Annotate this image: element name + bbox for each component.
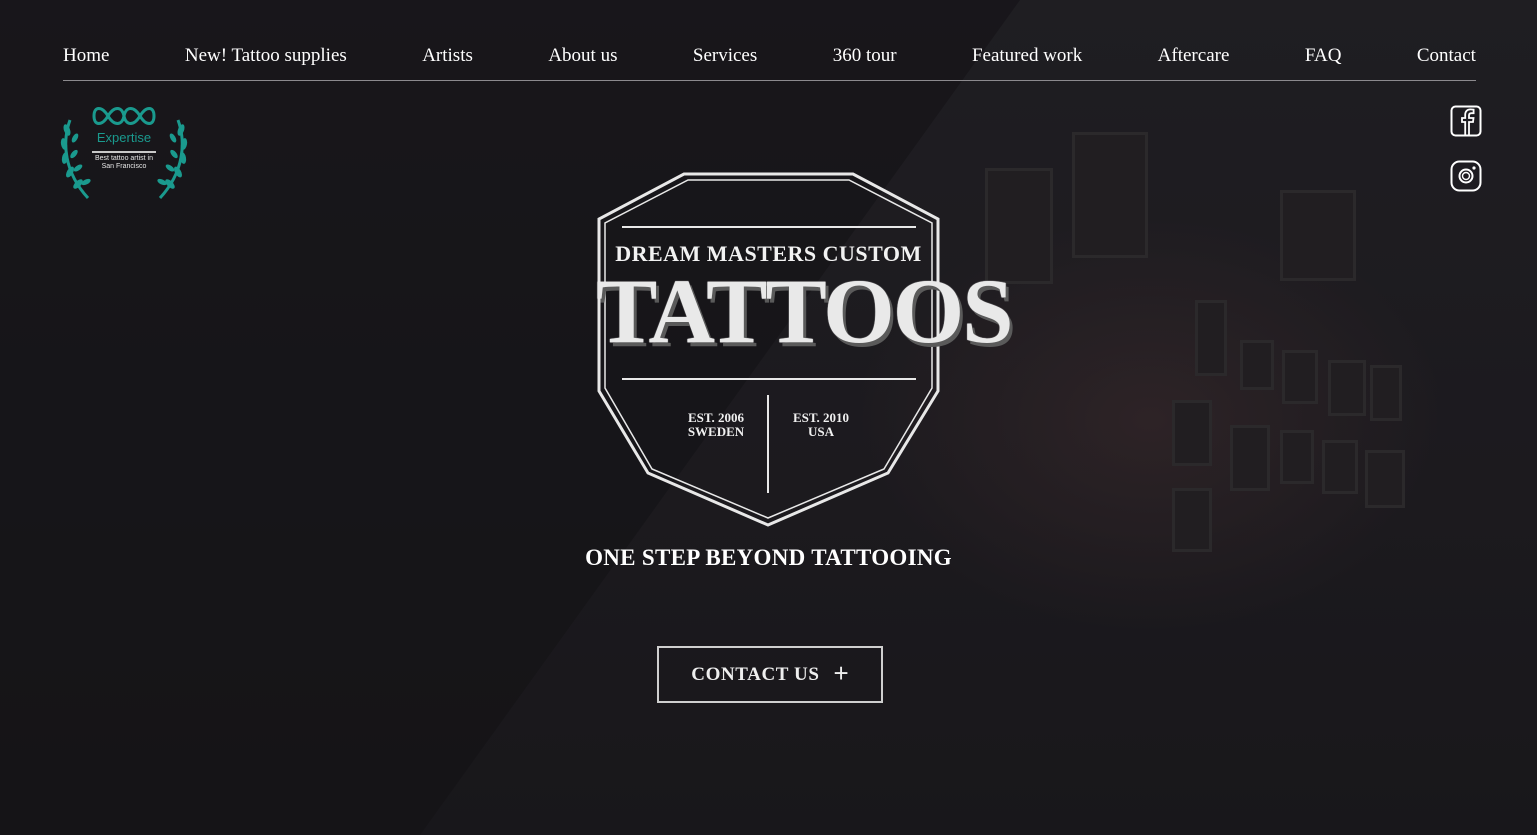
contact-us-label: CONTACT US [691,663,820,685]
nav-home[interactable]: Home [63,44,109,68]
logo-est-usa: EST. 2010 USA [766,411,876,439]
contact-us-button[interactable]: CONTACT US + [657,646,883,703]
studio-logo: DREAM MASTERS CUSTOM TATTOOS EST. 2006 S… [596,171,1014,529]
expertise-award-badge[interactable]: Expertise Best tattoo artist in San Fran… [58,102,190,204]
main-nav: Home New! Tattoo supplies Artists About … [63,44,1476,81]
plus-icon: + [833,658,849,688]
nav-featured-work[interactable]: Featured work [972,44,1082,68]
nav-services[interactable]: Services [693,44,757,68]
badge-caption: Best tattoo artist in San Francisco [95,155,153,170]
nav-contact[interactable]: Contact [1417,44,1476,68]
nav-artists[interactable]: Artists [422,44,473,68]
logo-line2: TATTOOS [596,260,1014,362]
nav-aftercare[interactable]: Aftercare [1158,44,1230,68]
facebook-link[interactable] [1450,105,1482,137]
logo-est-sweden: EST. 2006 SWEDEN [661,411,771,439]
logo-est-right-country: USA [807,424,834,439]
instagram-link[interactable] [1450,160,1482,192]
badge-divider [92,151,156,153]
logo-est-right-year: EST. 2010 [792,410,850,425]
logo-est-left-year: EST. 2006 [687,410,745,425]
nav-faq[interactable]: FAQ [1305,44,1342,68]
badge-brand: Expertise [96,130,152,145]
instagram-icon [1450,160,1482,192]
laurel-wreath-icon [60,107,188,200]
nav-about-us[interactable]: About us [548,44,617,68]
nav-tattoo-supplies[interactable]: New! Tattoo supplies [185,44,347,68]
nav-360-tour[interactable]: 360 tour [833,44,897,68]
logo-est-left-country: SWEDEN [687,424,745,439]
hero-tagline: ONE STEP BEYOND TATTOOING [585,545,952,570]
facebook-icon [1450,105,1482,137]
